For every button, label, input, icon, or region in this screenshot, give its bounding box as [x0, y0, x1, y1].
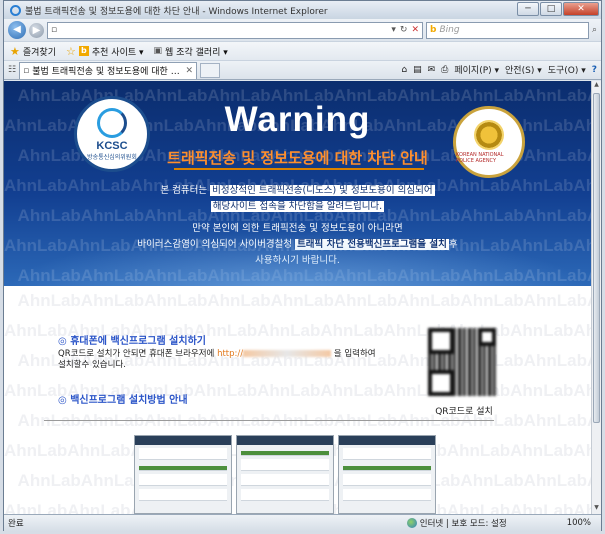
security-zone[interactable]: 인터넷 | 보호 모드: 설정: [406, 517, 507, 529]
back-button[interactable]: ◀: [8, 21, 26, 39]
ie-logo-icon: [10, 4, 21, 16]
divider: [44, 420, 494, 421]
mobile-install-description: QR코드로 설치가 안되면 휴대폰 브라우저에 http:// 을 입력하여 설…: [58, 349, 376, 370]
print-icon[interactable]: ⎙: [441, 65, 448, 75]
minimize-button[interactable]: ─: [517, 2, 539, 16]
tab-bar: ☷ ▫ 불법 트래픽전송 및 정보도용에 대한 차단 안내... ✕ ⌂ ▤ ✉…: [4, 60, 601, 80]
warning-banner: AhnLabAhnLabAhnLabAhnLabAhnLabAhnLabAhnL…: [4, 81, 591, 286]
notice-paragraph-2: 만약 본인에 의한 트래픽전송 및 정보도용이 아니라면 바이러스감염이 의심되…: [137, 223, 458, 266]
maximize-button[interactable]: □: [540, 2, 562, 16]
globe-icon: [406, 518, 417, 528]
mail-icon[interactable]: ✉: [428, 65, 436, 75]
tools-menu[interactable]: 도구(O) ▾: [548, 63, 586, 76]
tab-current[interactable]: ▫ 불법 트래픽전송 및 정보도용에 대한 차단 안내... ✕: [19, 61, 198, 79]
warning-title: Warning: [224, 100, 371, 139]
stop-icon[interactable]: ✕: [411, 25, 419, 35]
notice-paragraph-1: 본 컴퓨터는 비정상적인 트래픽전송(디도스) 및 정보도용이 의심되어 해당사…: [160, 185, 435, 212]
download-link[interactable]: http://: [217, 349, 243, 359]
install-screenshot-2: [236, 435, 334, 514]
browser-window: 불법 트래픽전송 및 정보도용에 대한 차단 안내 - Windows Inte…: [3, 0, 602, 531]
page-content: AhnLabAhnLabAhnLabAhnLabAhnLabAhnLabAhnL…: [4, 81, 591, 514]
add-favorite-icon: ☆: [66, 44, 76, 58]
refresh-icon[interactable]: ↻: [400, 25, 408, 35]
dropdown-arrow-icon[interactable]: ▾: [391, 25, 396, 35]
page-icon: ▫: [23, 65, 30, 76]
status-bar: 완료 인터넷 | 보호 모드: 설정 100%: [4, 514, 601, 531]
install-guide-title: ◎ 백신프로그램 설치방법 안내: [58, 395, 188, 406]
feeds-icon[interactable]: ▤: [413, 65, 422, 75]
search-input[interactable]: b Bing: [426, 21, 589, 39]
zoom-level[interactable]: 100%: [567, 518, 591, 528]
scroll-down-icon[interactable]: ▼: [592, 504, 601, 514]
favorites-button[interactable]: ★ 즐겨찾기: [10, 45, 56, 58]
forward-button[interactable]: ▶: [29, 22, 44, 38]
warning-headline: 트래픽전송 및 정보도용에 대한 차단 안내: [4, 147, 591, 170]
mobile-install-title: ◎ 휴대폰에 백신프로그램 설치하기: [58, 336, 206, 347]
qr-code: [428, 328, 496, 396]
tab-title: 불법 트래픽전송 및 정보도용에 대한 차단 안내...: [32, 67, 182, 77]
install-screenshot-1: [134, 435, 232, 514]
status-text: 완료: [8, 519, 24, 529]
title-bar: 불법 트래픽전송 및 정보도용에 대한 차단 안내 - Windows Inte…: [4, 1, 601, 19]
suggested-sites-button[interactable]: ☆ b 추천 사이트 ▾: [66, 45, 144, 58]
install-section: AhnLabAhnLabAhnLabAhnLabAhnLabAhnLabAhnL…: [4, 286, 591, 514]
headline-underline: [174, 168, 424, 170]
bing-icon: b: [430, 25, 437, 35]
address-input[interactable]: ▫ ▾ ↻ ✕: [47, 21, 423, 39]
search-placeholder: Bing: [439, 25, 460, 35]
web-slice-gallery-button[interactable]: ▣ 웹 조각 갤러리 ▾: [154, 45, 228, 58]
address-toolbar: ◀ ▶ ▫ ▾ ↻ ✕ b Bing ⌕: [4, 19, 601, 41]
search-icon[interactable]: ⌕: [592, 25, 597, 35]
window-controls: ─ □ ✕: [517, 2, 599, 16]
home-icon[interactable]: ⌂: [401, 65, 407, 75]
qr-label: QR코드로 설치: [435, 407, 493, 417]
web-slice-icon: ▣: [153, 46, 163, 56]
close-tab-icon[interactable]: ✕: [186, 66, 194, 76]
scroll-thumb[interactable]: [593, 93, 600, 423]
page-icon: ▫: [51, 25, 58, 35]
favorites-bar: ★ 즐겨찾기 ☆ b 추천 사이트 ▾ ▣ 웹 조각 갤러리 ▾: [4, 41, 601, 60]
new-tab-button[interactable]: [200, 62, 221, 78]
window-title: 불법 트래픽전송 및 정보도용에 대한 차단 안내 - Windows Inte…: [25, 6, 328, 17]
bing-icon: b: [78, 46, 89, 56]
install-screenshot-3: [338, 435, 436, 514]
blurred-url: [243, 350, 332, 357]
close-button[interactable]: ✕: [563, 2, 599, 16]
command-bar: ⌂ ▤ ✉ ⎙ 페이지(P) ▾ 안전(S) ▾ 도구(O) ▾ ?: [401, 63, 597, 77]
star-icon: ★: [10, 44, 20, 58]
vertical-scrollbar[interactable]: ▲ ▼: [591, 81, 601, 514]
quick-tabs-icon[interactable]: ☷: [8, 65, 16, 75]
scroll-up-icon[interactable]: ▲: [592, 81, 601, 91]
safety-menu[interactable]: 안전(S) ▾: [505, 63, 542, 76]
page-menu[interactable]: 페이지(P) ▾: [454, 63, 499, 76]
help-icon[interactable]: ?: [592, 65, 597, 75]
